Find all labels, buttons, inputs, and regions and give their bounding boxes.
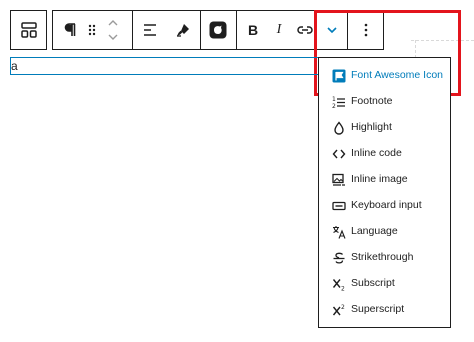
svg-text:2: 2 (332, 103, 336, 109)
svg-text:2: 2 (341, 286, 345, 292)
plugin-logo-icon (209, 21, 227, 39)
paragraph-block[interactable]: a (10, 57, 320, 75)
menu-item-inline-code[interactable]: Inline code (319, 142, 450, 168)
menu-item-label: Font Awesome Icon (351, 69, 444, 81)
strikethrough-icon (333, 252, 345, 264)
plugin-button[interactable] (201, 11, 235, 49)
highlighter-button[interactable] (167, 11, 199, 49)
block-layout-icon (20, 22, 37, 38)
link-icon (297, 26, 313, 34)
menu-item-superscript[interactable]: 2 Superscript (319, 298, 450, 324)
footnote-icon: 1 2 (332, 96, 345, 109)
block-text: a (11, 59, 18, 73)
block-switcher-button[interactable] (11, 11, 46, 49)
menu-item-keyboard-input[interactable]: Keyboard input (319, 194, 450, 220)
flag-icon (332, 69, 346, 83)
menu-item-label: Highlight (351, 121, 392, 133)
subscript-icon: 2 (332, 279, 345, 292)
highlighter-icon (176, 24, 189, 37)
toolbar-separator (236, 10, 237, 50)
block-switcher-group (10, 10, 47, 50)
svg-text:2: 2 (341, 304, 345, 311)
menu-item-label: Superscript (351, 303, 405, 315)
menu-item-label: Inline image (351, 173, 408, 185)
image-icon (332, 173, 345, 186)
pilcrow-icon (64, 23, 76, 36)
menu-item-label: Strikethrough (351, 251, 414, 263)
bold-button[interactable]: B (242, 11, 264, 49)
superscript-icon: 2 (332, 304, 345, 316)
drag-handle[interactable] (83, 11, 101, 49)
move-buttons[interactable] (103, 11, 123, 49)
svg-text:1: 1 (332, 96, 336, 103)
chevron-up-down-icon (108, 20, 118, 40)
menu-item-label: Subscript (351, 277, 395, 289)
droplet-icon (334, 121, 344, 135)
italic-button[interactable]: I (268, 11, 290, 49)
paragraph-button[interactable] (57, 11, 83, 49)
code-icon (332, 149, 346, 159)
menu-item-label: Keyboard input (351, 199, 422, 211)
menu-item-label: Language (351, 225, 398, 237)
align-left-icon (144, 24, 156, 36)
language-icon (333, 226, 346, 239)
keyboard-icon (332, 201, 346, 211)
menu-item-footnote[interactable]: 1 2 Footnote (319, 90, 450, 116)
menu-item-subscript[interactable]: 2 Subscript (319, 272, 450, 298)
align-button[interactable] (133, 11, 167, 49)
menu-item-label: Footnote (351, 95, 393, 107)
menu-item-inline-image[interactable]: Inline image (319, 168, 450, 194)
menu-item-language[interactable]: Language (319, 220, 450, 246)
menu-item-label: Inline code (351, 147, 402, 159)
drag-handle-icon (88, 24, 96, 36)
rich-text-dropdown: Font Awesome Icon 1 2 Footnote Highlight… (318, 57, 451, 328)
menu-item-font-awesome-icon[interactable]: Font Awesome Icon (319, 64, 450, 90)
menu-item-highlight[interactable]: Highlight (319, 116, 450, 142)
menu-item-strikethrough[interactable]: Strikethrough (319, 246, 450, 272)
